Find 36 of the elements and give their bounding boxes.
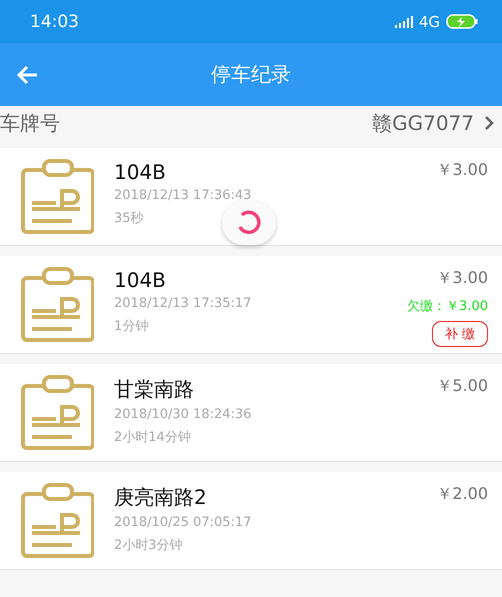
location-name: 庚亮南路2 <box>114 484 208 511</box>
fee-amount: ￥2.00 <box>436 484 488 505</box>
fee-amount: ￥3.00 <box>436 160 488 181</box>
record-card[interactable]: 甘棠南路 2018/10/30 18:24:36 2小时14分钟 ￥5.00 <box>0 364 502 462</box>
location-name: 104B <box>114 160 167 184</box>
location-name: 甘棠南路 <box>114 376 195 403</box>
page-title: 停车纪录 <box>211 61 291 88</box>
network-type: 4G <box>418 12 440 30</box>
record-time: 2018/10/30 18:24:36 <box>114 407 252 422</box>
location-name: 104B <box>114 268 167 292</box>
arrears-amount: 欠缴：￥3.00 <box>407 298 488 315</box>
parking-duration: 35秒 <box>114 210 144 227</box>
record-card[interactable]: 104B 2018/12/13 17:35:17 1分钟 ￥3.00 欠缴：￥3.00 补 缴 <box>0 256 502 354</box>
parking-duration: 2小时14分钟 <box>114 429 191 446</box>
parking-clipboard-icon <box>20 158 94 236</box>
record-time: 2018/12/13 17:36:43 <box>114 188 252 203</box>
fee-amount: ￥5.00 <box>436 376 488 397</box>
parking-duration: 1分钟 <box>114 318 148 335</box>
record-time: 2018/12/13 17:35:17 <box>114 296 252 311</box>
parking-clipboard-icon <box>20 482 94 560</box>
record-card[interactable]: 104B 2018/12/13 17:36:43 35秒 ￥3.00 <box>0 148 502 246</box>
battery-icon <box>446 14 478 29</box>
spinner-icon <box>236 210 262 236</box>
parking-clipboard-icon <box>20 266 94 344</box>
parking-duration: 2小时3分钟 <box>114 537 183 554</box>
parking-clipboard-icon <box>20 374 94 452</box>
plate-label: 车牌号 <box>0 110 60 136</box>
chevron-right-icon[interactable] <box>484 115 494 131</box>
record-time: 2018/10/25 07:05:17 <box>114 515 252 530</box>
plate-number[interactable]: 赣GG7077 <box>372 110 474 136</box>
clock: 14:03 <box>30 12 79 32</box>
signal-icon <box>394 16 413 28</box>
fee-amount: ￥3.00 <box>436 268 488 289</box>
back-arrow-icon[interactable] <box>16 65 38 85</box>
record-card[interactable]: 庚亮南路2 2018/10/25 07:05:17 2小时3分钟 ￥2.00 <box>0 472 502 570</box>
pay-button[interactable]: 补 缴 <box>432 321 488 347</box>
